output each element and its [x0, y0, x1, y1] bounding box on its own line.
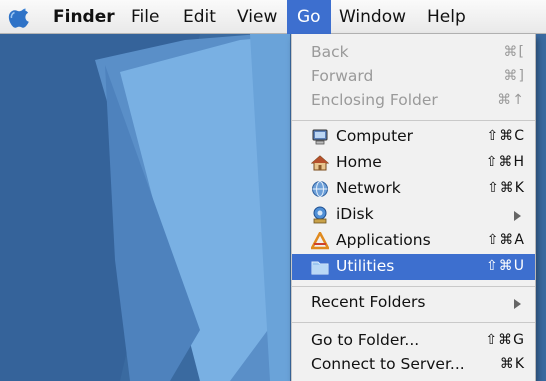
menu-item-idisk[interactable]: iDisk [292, 202, 535, 228]
menu-bar: Finder File Edit View Go Window Help [0, 0, 546, 34]
menu-item-back[interactable]: Back ⌘[ [292, 40, 535, 66]
computer-shortcut: ⇧⌘C [486, 128, 525, 144]
computer-icon [312, 129, 328, 145]
menu-item-forward[interactable]: Forward ⌘] [292, 64, 535, 90]
menu-item-home[interactable]: Home ⇧⌘H [292, 150, 535, 176]
applications-shortcut: ⇧⌘A [486, 232, 525, 248]
back-shortcut: ⌘[ [503, 44, 525, 60]
enclosing-label: Enclosing Folder [311, 91, 438, 109]
recent-label: Recent Folders [311, 293, 426, 311]
applications-icon [311, 232, 329, 250]
connect-label: Connect to Server... [311, 355, 465, 373]
separator [292, 286, 535, 287]
goto-label: Go to Folder... [311, 331, 420, 349]
menu-help[interactable]: Help [418, 0, 475, 34]
computer-label: Computer [336, 127, 414, 145]
home-label: Home [336, 153, 382, 171]
menu-finder[interactable]: Finder [44, 0, 124, 34]
connect-shortcut: ⌘K [499, 356, 525, 372]
go-menu-dropdown: Back ⌘[ Forward ⌘] Enclosing Folder ⌘↑ C… [291, 34, 536, 381]
menu-item-network[interactable]: Network ⇧⌘K [292, 176, 535, 202]
separator [292, 120, 535, 121]
menu-view[interactable]: View [228, 0, 286, 34]
menu-item-recent-folders[interactable]: Recent Folders [292, 290, 535, 316]
submenu-arrow-icon [514, 299, 521, 309]
utilities-label: Utilities [336, 257, 395, 275]
utilities-shortcut: ⇧⌘U [486, 258, 525, 274]
forward-label: Forward [311, 67, 374, 85]
apple-icon[interactable] [8, 4, 34, 30]
forward-shortcut: ⌘] [503, 68, 525, 84]
menu-window[interactable]: Window [330, 0, 415, 34]
menu-item-go-to-folder[interactable]: Go to Folder... ⇧⌘G [292, 328, 535, 354]
network-icon [312, 181, 328, 197]
menu-go[interactable]: Go [287, 0, 331, 34]
menu-item-computer[interactable]: Computer ⇧⌘C [292, 124, 535, 150]
menu-item-enclosing-folder[interactable]: Enclosing Folder ⌘↑ [292, 88, 535, 114]
home-icon [311, 155, 329, 171]
menu-edit[interactable]: Edit [174, 0, 225, 34]
menu-file[interactable]: File [122, 0, 168, 34]
menu-item-utilities[interactable]: Utilities ⇧⌘U [292, 254, 535, 280]
menu-item-connect-to-server[interactable]: Connect to Server... ⌘K [292, 352, 535, 378]
utilities-folder-icon [311, 261, 329, 275]
network-label: Network [336, 179, 401, 197]
enclosing-shortcut: ⌘↑ [497, 92, 525, 108]
submenu-arrow-icon [514, 211, 521, 221]
goto-shortcut: ⇧⌘G [485, 332, 525, 348]
idisk-icon [313, 206, 327, 224]
idisk-label: iDisk [336, 205, 374, 223]
applications-label: Applications [336, 231, 431, 249]
back-label: Back [311, 43, 349, 61]
home-shortcut: ⇧⌘H [485, 154, 525, 170]
separator [292, 322, 535, 323]
network-shortcut: ⇧⌘K [487, 180, 525, 196]
menu-item-applications[interactable]: Applications ⇧⌘A [292, 228, 535, 254]
